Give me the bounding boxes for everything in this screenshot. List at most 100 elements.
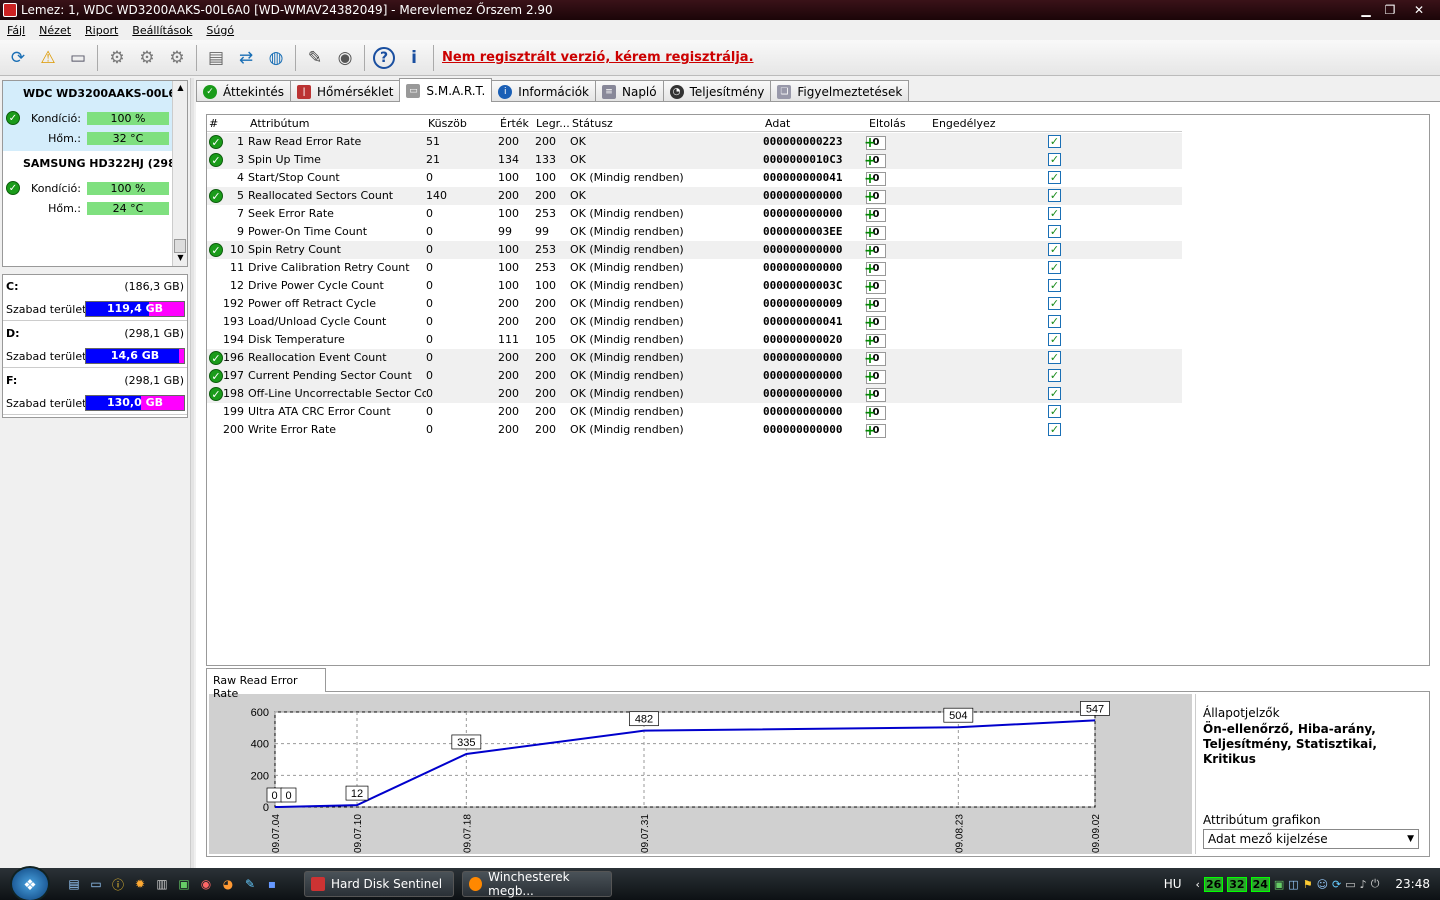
plus-icon[interactable]: + [863, 171, 877, 187]
menu-help[interactable]: Súgó [199, 24, 241, 37]
plus-icon[interactable]: + [863, 279, 877, 295]
plus-icon[interactable]: + [863, 225, 877, 241]
plus-icon[interactable]: + [863, 369, 877, 385]
restore-button[interactable]: ❐ [1378, 2, 1402, 18]
plus-icon[interactable]: + [863, 315, 877, 331]
disk-item[interactable]: WDC WD3200AAKS-00L6A0 ✓ Kondíció: 100 % … [3, 81, 173, 151]
enable-checkbox[interactable]: ✓ [1048, 297, 1061, 310]
disk-button[interactable]: ▭ [63, 43, 93, 73]
col-status[interactable]: Státusz [572, 117, 613, 130]
test-button-1[interactable]: ⚙ [102, 43, 132, 73]
table-row[interactable]: 4 Start/Stop Count 0 100 100 OK (Mindig rendb… [207, 169, 1182, 187]
volume-item[interactable]: F: (298,1 GB) Szabad terület 130,0 GB [3, 369, 187, 415]
test-button-3[interactable]: ⚙ [162, 43, 192, 73]
firefox-icon[interactable]: ◕ [220, 876, 236, 892]
media-icon[interactable]: ◉ [198, 876, 214, 892]
graph-mode-select[interactable]: Adat mező kijelzése ▼ [1203, 829, 1419, 849]
table-row[interactable]: ✓ 198 Off-Line Uncorrectable Sector Co... 0… [207, 385, 1182, 403]
table-row[interactable]: 199 Ultra ATA CRC Error Count 0 200 200 OK (M… [207, 403, 1182, 421]
col-worst[interactable]: Legr... [536, 117, 570, 130]
panel-splitter[interactable] [190, 78, 194, 868]
menu-file[interactable]: Fájl [0, 24, 32, 37]
col-value[interactable]: Érték [500, 117, 529, 130]
table-row[interactable]: ✓ 196 Reallocation Event Count 0 200 200 OK (M… [207, 349, 1182, 367]
plus-icon[interactable]: + [863, 261, 877, 277]
enable-checkbox[interactable]: ✓ [1048, 387, 1061, 400]
enable-checkbox[interactable]: ✓ [1048, 333, 1061, 346]
tab-overview[interactable]: ✓ Áttekintés [196, 80, 292, 102]
sync-button[interactable]: ⇄ [231, 43, 261, 73]
col-data[interactable]: Adat [765, 117, 790, 130]
close-button[interactable]: ✕ [1402, 2, 1436, 18]
explorer-icon[interactable]: ▤ [66, 876, 82, 892]
col-enabled[interactable]: Engedélyez [932, 117, 996, 130]
plus-icon[interactable]: + [863, 207, 877, 223]
power-icon[interactable]: ⏻ [1371, 877, 1380, 891]
col-attribute[interactable]: Attribútum [250, 117, 310, 130]
disk-item[interactable]: SAMSUNG HD322HJ (298,1 GB) ✓ Kondíció: 1… [3, 151, 173, 221]
report-button[interactable]: ▤ [201, 43, 231, 73]
enable-checkbox[interactable]: ✓ [1048, 171, 1061, 184]
plus-icon[interactable]: + [863, 135, 877, 151]
chevron-left-icon[interactable]: ‹ [1196, 878, 1200, 891]
table-row[interactable]: 200 Write Error Rate 0 200 200 OK (Mindig ren… [207, 421, 1182, 439]
volume-item[interactable]: C: (186,3 GB) Szabad terület 119,4 GB [3, 275, 187, 321]
hd-temp-2[interactable]: 32 [1227, 876, 1247, 892]
table-row[interactable]: 192 Power off Retract Cycle 0 200 200 OK (Min… [207, 295, 1182, 313]
plus-icon[interactable]: + [863, 153, 877, 169]
register-link[interactable]: Nem regisztrált verzió, kérem regisztrál… [442, 50, 754, 65]
table-row[interactable]: 194 Disk Temperature 0 111 105 OK (Mindig ren… [207, 331, 1182, 349]
settings-button[interactable]: ✎ [300, 43, 330, 73]
table-row[interactable]: 9 Power-On Time Count 0 99 99 OK (Mindig rend… [207, 223, 1182, 241]
refresh-button[interactable]: ⟳ [3, 43, 33, 73]
col-offset[interactable]: Eltolás [869, 117, 906, 130]
language-indicator[interactable]: HU [1164, 877, 1182, 891]
tab-alerts[interactable]: ❏ Figyelmeztetések [770, 80, 910, 102]
taskbar-item-hdsentinel[interactable]: Hard Disk Sentinel [304, 871, 454, 897]
network-icon[interactable]: ◫ [1288, 878, 1298, 891]
start-button[interactable]: ❖ [10, 866, 50, 900]
tray-app-icon[interactable]: ▣ [1274, 878, 1284, 891]
disk-list-scrollbar[interactable]: ▲ ▼ [172, 81, 187, 266]
table-row[interactable]: ✓ 10 Spin Retry Count 0 100 253 OK (Mindig ren… [207, 241, 1182, 259]
tab-smart[interactable]: ▭ S.M.A.R.T. [399, 78, 493, 102]
enable-checkbox[interactable]: ✓ [1048, 135, 1061, 148]
menu-view[interactable]: Nézet [32, 24, 78, 37]
enable-checkbox[interactable]: ✓ [1048, 351, 1061, 364]
hd-temp-3[interactable]: 24 [1250, 876, 1270, 892]
sound-button[interactable]: ◉ [330, 43, 360, 73]
col-threshold[interactable]: Küszöb [428, 117, 467, 130]
table-row[interactable]: ✓ 197 Current Pending Sector Count 0 200 200 O… [207, 367, 1182, 385]
table-row[interactable]: 12 Drive Power Cycle Count 0 100 100 OK (Mind… [207, 277, 1182, 295]
sync-icon[interactable]: ⟳ [1332, 878, 1341, 891]
plus-icon[interactable]: + [863, 423, 877, 439]
menu-report[interactable]: Riport [78, 24, 125, 37]
save-icon[interactable]: ▪ [264, 876, 280, 892]
test-button-2[interactable]: ⚙ [132, 43, 162, 73]
plus-icon[interactable]: + [863, 405, 877, 421]
tab-temperature[interactable]: ǀ Hőmérséklet [290, 80, 401, 102]
printer-icon[interactable]: ▥ [154, 876, 170, 892]
enable-checkbox[interactable]: ✓ [1048, 207, 1061, 220]
hd-temp-1[interactable]: 26 [1203, 876, 1224, 892]
clock[interactable]: 23:48 [1395, 877, 1430, 891]
plus-icon[interactable]: + [863, 333, 877, 349]
alerts-button[interactable]: ⚠ [33, 43, 63, 73]
plus-icon[interactable]: + [863, 351, 877, 367]
table-row[interactable]: ✓ 3 Spin Up Time 21 134 133 OK 0000000010C3 −0+ ✓ [207, 151, 1182, 169]
enable-checkbox[interactable]: ✓ [1048, 243, 1061, 256]
tab-performance[interactable]: ◔ Teljesítmény [662, 80, 772, 102]
network-button[interactable]: ◍ [261, 43, 291, 73]
info-button[interactable]: i [399, 43, 429, 73]
enable-checkbox[interactable]: ✓ [1048, 423, 1061, 436]
app-icon[interactable]: ▣ [176, 876, 192, 892]
tab-information[interactable]: i Információk [491, 80, 596, 102]
users-icon[interactable]: ☺ [1317, 878, 1328, 891]
plus-icon[interactable]: + [863, 387, 877, 403]
scroll-down-icon[interactable]: ▼ [173, 251, 188, 265]
enable-checkbox[interactable]: ✓ [1048, 405, 1061, 418]
enable-checkbox[interactable]: ✓ [1048, 279, 1061, 292]
volume-item[interactable]: D: (298,1 GB) Szabad terület 14,6 GB [3, 322, 187, 368]
enable-checkbox[interactable]: ✓ [1048, 189, 1061, 202]
plus-icon[interactable]: + [863, 189, 877, 205]
